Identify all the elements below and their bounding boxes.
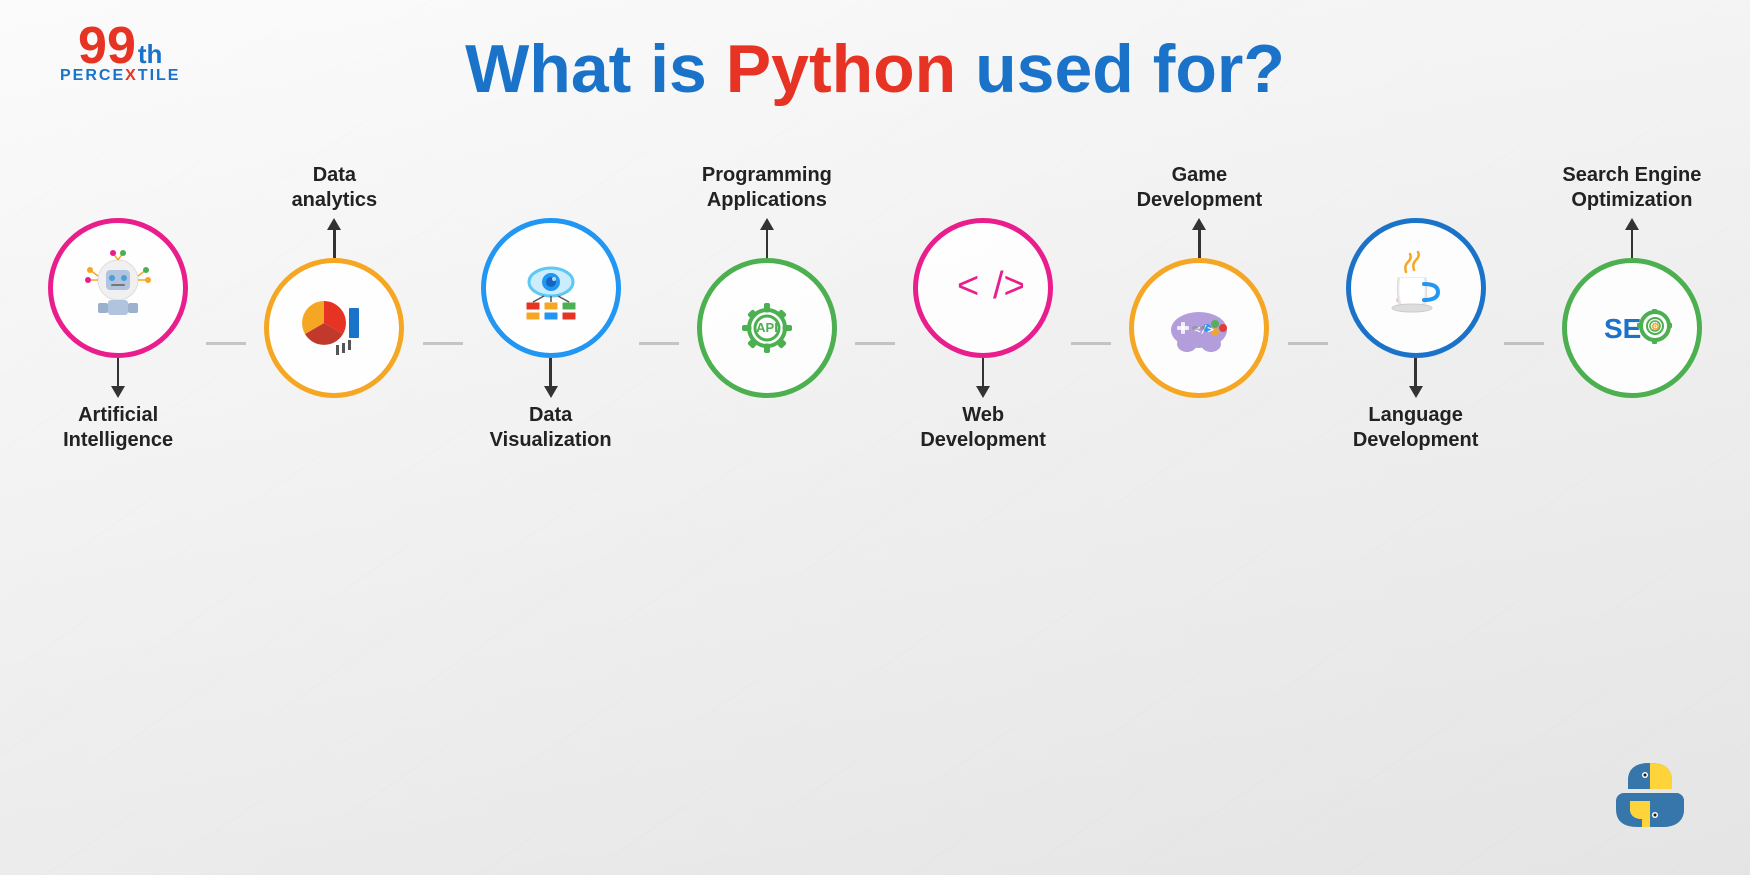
seo-icon: SE ⚙ [1592,288,1672,368]
label-bottom-lang: LanguageDevelopment [1353,398,1479,478]
svg-text:⚙: ⚙ [1651,322,1660,333]
game-icon: </> [1159,288,1239,368]
icons-section: ArtificialIntelligence Dataanalytics [0,138,1750,478]
ai-icon [78,248,158,328]
logo-suffix: th [138,39,163,70]
connector-6 [1288,342,1328,345]
svg-text:SE: SE [1604,313,1641,344]
main-title: What is Python used for? [465,30,1285,108]
circle-viz [481,218,621,358]
label-bottom-web: WebDevelopment [920,398,1046,478]
title-python: Python [726,31,956,107]
label-top-game: GameDevelopment [1137,138,1263,218]
connector-4 [855,342,895,345]
icon-item-ai: ArtificialIntelligence [30,138,206,478]
java-icon [1376,248,1456,328]
logo-brand: PERCEXTILE [60,67,180,85]
svg-text:<: < [957,265,979,307]
icon-item-seo: Search EngineOptimization SE [1544,138,1720,478]
connector-5 [1071,342,1111,345]
title-what: What is [465,31,726,107]
connector-2 [423,342,463,345]
viz-icon [511,248,591,328]
icon-item-data-viz: DataVisualization [463,138,639,478]
circle-lang [1346,218,1486,358]
circle-ai [48,218,188,358]
icon-item-lang-dev: LanguageDevelopment [1328,138,1504,478]
connector-7 [1504,342,1544,345]
icon-item-web-dev: < /> WebDevelopment [895,138,1071,478]
connector-3 [639,342,679,345]
icon-item-game-dev: GameDevelopment [1111,138,1287,478]
arrow-up-analytics [327,218,341,258]
icon-item-data-analytics: Dataanalytics [246,138,422,478]
arrow-up-seo [1625,218,1639,258]
api-icon: API [727,288,807,368]
label-bottom-ai: ArtificialIntelligence [63,398,173,478]
title-used: used for? [956,31,1285,107]
label-top-seo: Search EngineOptimization [1562,138,1701,218]
arrow-down-viz [544,358,558,398]
arrow-down-web [976,358,990,398]
arrow-up-game [1192,218,1206,258]
arrow-down-ai [111,358,125,398]
logo-number: 99 [78,20,136,72]
web-icon: < /> [943,248,1023,328]
circle-analytics [264,258,404,398]
circle-web: < /> [913,218,1053,358]
arrow-down-lang [1409,358,1423,398]
connector-1 [206,342,246,345]
icon-item-prog-apps: ProgrammingApplications [679,138,855,478]
label-bottom-viz: DataVisualization [490,398,612,478]
label-top-analytics: Dataanalytics [292,138,378,218]
svg-text:API: API [756,320,778,335]
arrow-up-prog [760,218,774,258]
circle-seo: SE ⚙ [1562,258,1702,398]
circle-prog: API [697,258,837,398]
python-logo [1610,755,1690,835]
logo: 99 th PERCEXTILE [60,20,180,85]
circle-game: </> [1129,258,1269,398]
python-logo-icon [1610,755,1690,835]
analytics-icon [294,288,374,368]
label-top-prog: ProgrammingApplications [702,138,832,218]
svg-text:/>: /> [993,265,1023,307]
